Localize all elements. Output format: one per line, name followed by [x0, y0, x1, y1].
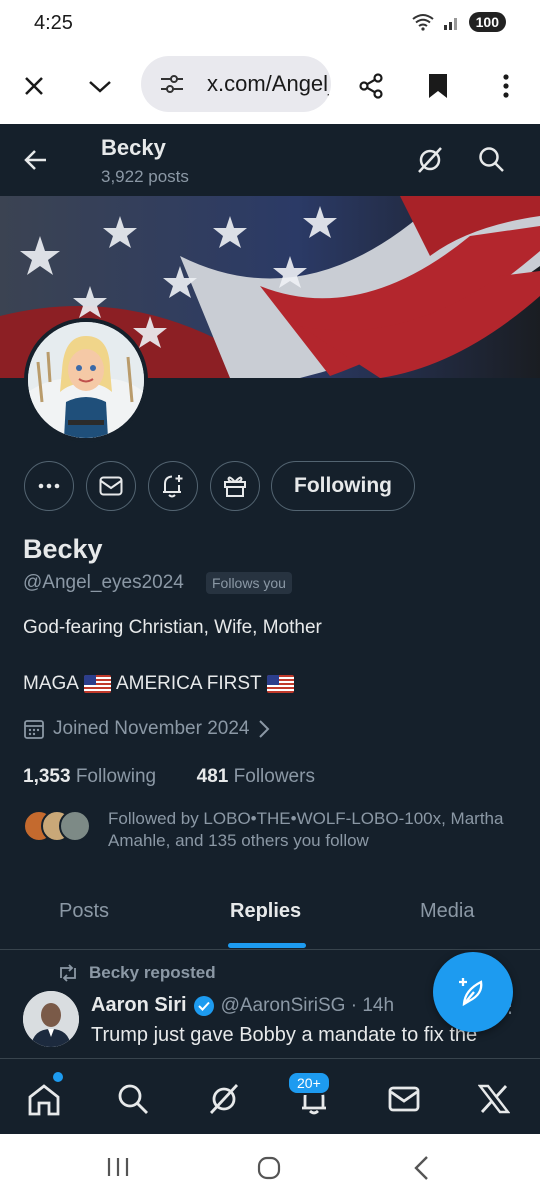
- followers-stat[interactable]: 481 Followers: [197, 766, 315, 787]
- follow-stats: 1,353 Following 481 Followers: [23, 766, 315, 788]
- active-tab-indicator: [228, 943, 306, 948]
- profile-avatar[interactable]: [24, 318, 148, 442]
- header-post-count: 3,922 posts: [101, 167, 189, 186]
- status-time: 4:25: [34, 12, 73, 34]
- close-icon[interactable]: [14, 66, 54, 106]
- status-icons: 100: [411, 12, 506, 32]
- tab-media[interactable]: Media: [420, 900, 474, 923]
- share-icon[interactable]: [351, 66, 391, 106]
- tab-posts[interactable]: Posts: [59, 900, 109, 923]
- joined-date[interactable]: Joined November 2024: [23, 718, 271, 740]
- home-notification-dot: [53, 1072, 63, 1082]
- search-icon[interactable]: [476, 144, 508, 176]
- followed-by-text: Followed by LOBO•THE•WOLF-LOBO-100x, Mar…: [108, 809, 504, 850]
- wifi-icon: [412, 14, 434, 31]
- more-horizontal-icon: [38, 483, 60, 489]
- profile-name: Becky: [23, 534, 103, 564]
- chevron-right-icon: [259, 720, 270, 738]
- header-name: Becky: [101, 135, 166, 160]
- followed-by-avatars: [23, 810, 93, 844]
- bell-plus-icon: [163, 475, 183, 498]
- post-text: Trump just gave Bobby a mandate to fix t…: [91, 1024, 478, 1046]
- system-nav-bar: [0, 1134, 540, 1200]
- us-flag-emoji: [266, 675, 294, 693]
- bio-line-1: God-fearing Christian, Wife, Mother: [23, 617, 322, 638]
- back-button-icon[interactable]: [410, 1154, 432, 1182]
- nav-search[interactable]: [113, 1079, 153, 1119]
- verified-badge-icon: [193, 995, 214, 1016]
- joined-text: Joined November 2024: [53, 718, 250, 739]
- mail-icon: [99, 476, 123, 496]
- nav-x-premium[interactable]: [474, 1079, 514, 1119]
- nav-grok[interactable]: [204, 1079, 244, 1119]
- bottom-nav: 20+: [0, 1058, 540, 1134]
- tab-replies[interactable]: Replies: [230, 900, 301, 923]
- nav-messages[interactable]: [384, 1079, 424, 1119]
- post-handle-time: @AaronSiriSG · 14h: [220, 994, 395, 1016]
- post-author-name[interactable]: Aaron Siri: [91, 994, 187, 1017]
- url-text: x.com/Angel_eyes2024: [207, 71, 331, 96]
- post-author-avatar[interactable]: [23, 991, 79, 1047]
- bookmark-icon[interactable]: [418, 66, 458, 106]
- repost-text: Becky reposted: [89, 963, 216, 982]
- bio-line-2: MAGA AMERICA FIRST: [23, 673, 294, 695]
- more-button[interactable]: [24, 461, 74, 511]
- following-button[interactable]: Following: [271, 461, 415, 511]
- search-icon: [118, 1084, 148, 1114]
- mail-icon: [388, 1086, 420, 1112]
- home-button-icon[interactable]: [256, 1155, 282, 1181]
- tune-icon[interactable]: [159, 72, 185, 96]
- bio-america-first-text: AMERICA FIRST: [115, 673, 262, 694]
- follows-you-badge: Follows you: [206, 572, 292, 594]
- home-icon: [28, 1084, 60, 1116]
- calendar-icon: [24, 720, 44, 739]
- x-logo-icon: [478, 1084, 510, 1114]
- signal-icon: [443, 18, 457, 30]
- repost-context: Becky reposted: [57, 963, 216, 983]
- repost-icon: [60, 964, 76, 982]
- profile-handle: @Angel_eyes2024: [23, 572, 184, 593]
- follower-avatar: [59, 810, 91, 842]
- compose-feather-icon: [459, 978, 483, 1007]
- status-bar: 4:25 100: [0, 0, 540, 48]
- post-author: Aaron Siri @AaronSiriSG · 14h: [91, 994, 394, 1017]
- message-button[interactable]: [86, 461, 136, 511]
- gift-icon: [224, 476, 246, 497]
- grok-icon: [209, 1084, 239, 1114]
- browser-toolbar: x.com/Angel_eyes2024: [0, 48, 540, 124]
- notify-button[interactable]: [148, 461, 198, 511]
- compose-button[interactable]: [433, 952, 513, 1032]
- subscribe-gift-button[interactable]: [210, 461, 260, 511]
- us-flag-emoji: [83, 675, 111, 693]
- chevron-down-icon[interactable]: [80, 66, 120, 106]
- profile-header-bar: Becky 3,922 posts: [0, 124, 540, 196]
- more-vertical-icon[interactable]: [486, 66, 526, 106]
- url-bar[interactable]: x.com/Angel_eyes2024: [141, 56, 331, 112]
- nav-home[interactable]: [24, 1079, 64, 1119]
- battery-indicator: 100: [468, 12, 506, 32]
- grok-icon[interactable]: [414, 144, 446, 176]
- recent-apps-icon[interactable]: [106, 1156, 130, 1178]
- following-stat[interactable]: 1,353 Following: [23, 766, 156, 787]
- profile-tabs: Posts Replies Media: [0, 878, 540, 950]
- back-arrow-icon[interactable]: [20, 144, 52, 176]
- notification-count-badge: 20+: [287, 1071, 331, 1095]
- bio-maga-text: MAGA: [23, 673, 79, 694]
